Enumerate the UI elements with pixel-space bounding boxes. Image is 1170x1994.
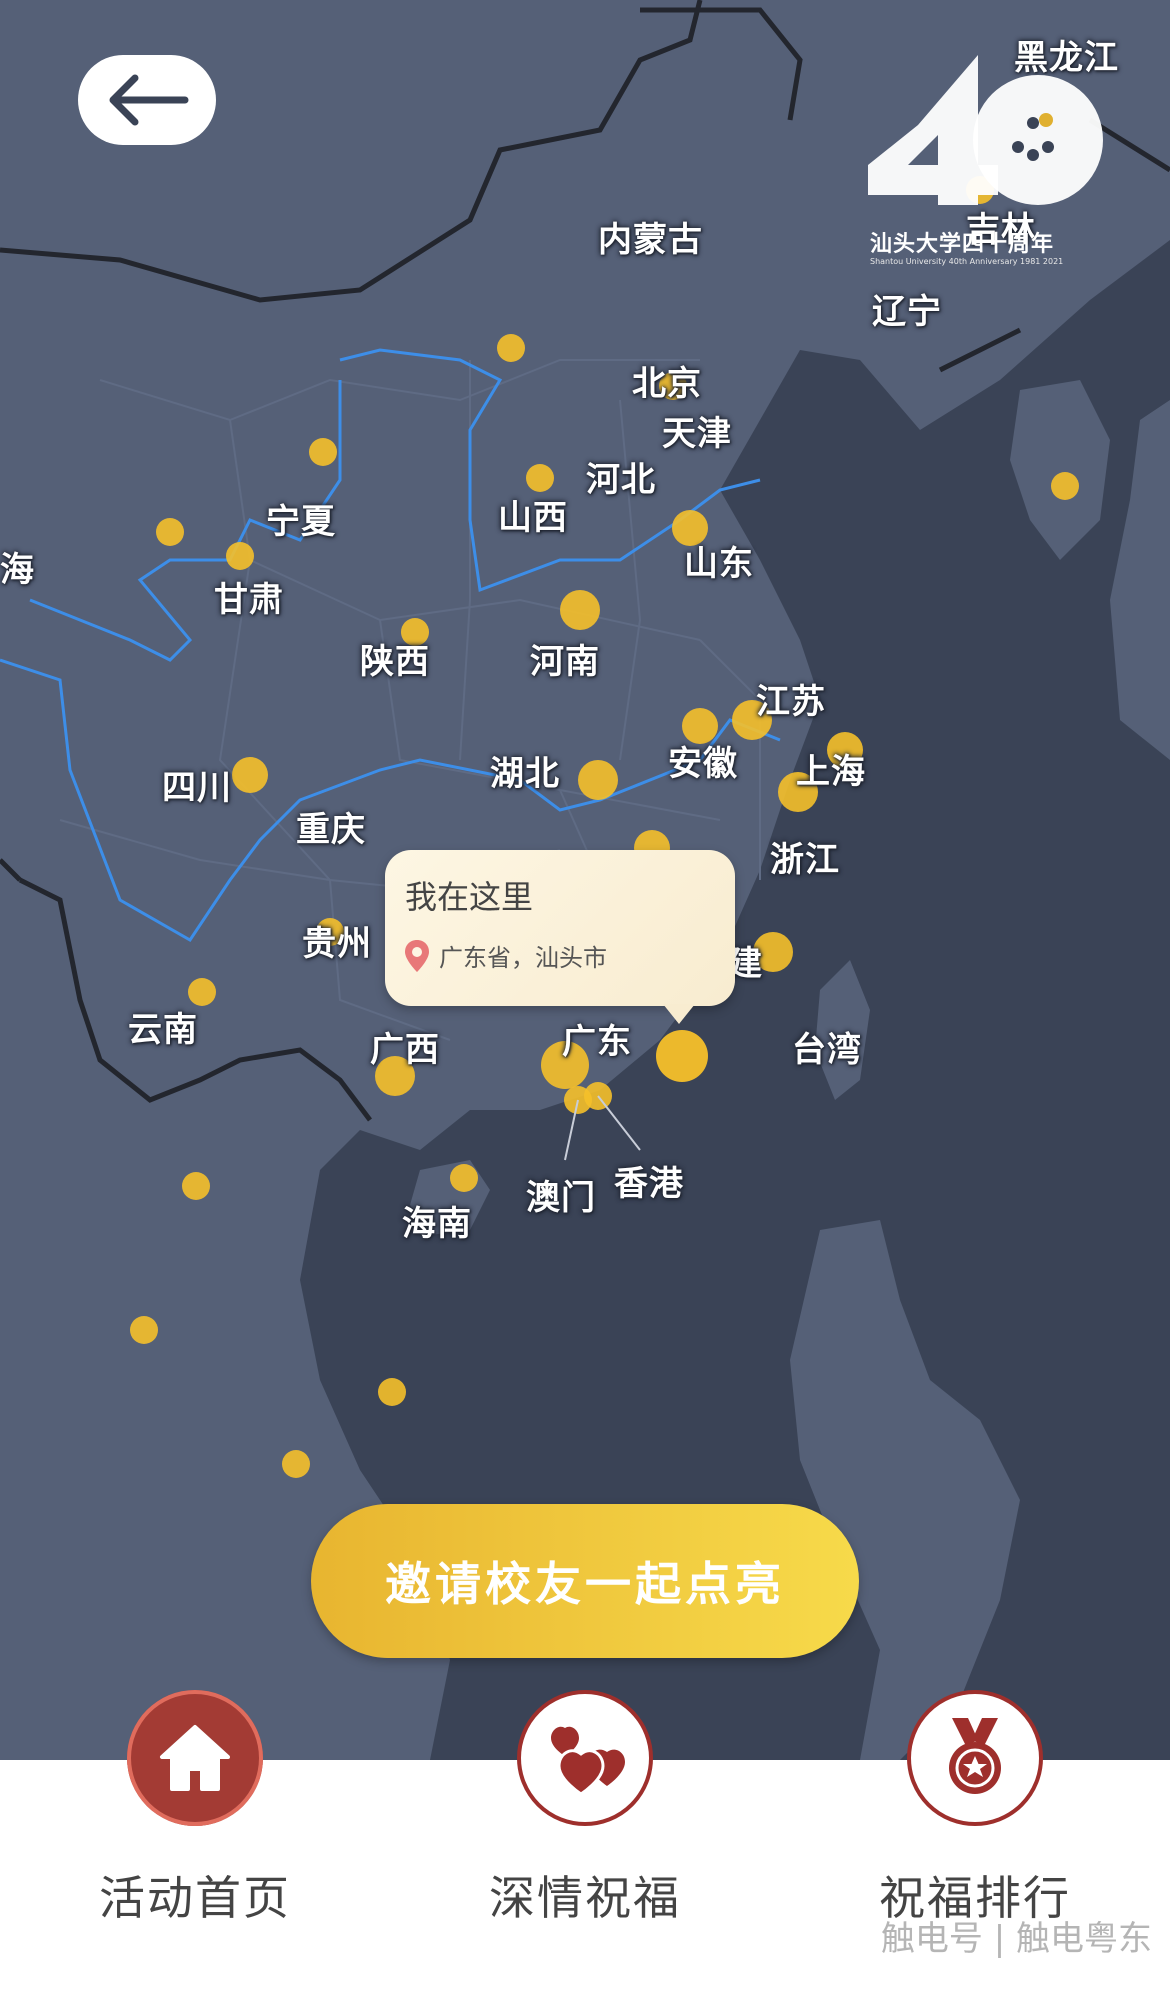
map-label-anhui: 安徽: [668, 744, 738, 784]
map-dot: [1051, 472, 1079, 500]
map-label-hai: 海: [0, 550, 35, 590]
map-dot: [130, 1316, 158, 1344]
tab-home[interactable]: 活动首页: [85, 1690, 305, 1928]
arrow-left-icon: [109, 74, 189, 126]
map-dot: [656, 1030, 708, 1082]
map-label-shandong: 山东: [684, 544, 754, 584]
map-label-zhejiang: 浙江: [770, 840, 840, 880]
tab-blessing-label: 深情祝福: [489, 1871, 681, 1925]
back-button[interactable]: [78, 55, 216, 145]
map-label-guangdong: 广东: [562, 1022, 632, 1062]
map-label-hubei: 湖北: [490, 754, 560, 794]
popup-location-text: 广东省，汕头市: [439, 944, 607, 972]
medal-icon: [949, 1718, 1001, 1794]
home-icon: [160, 1725, 230, 1791]
map-label-tianjin: 天津: [662, 414, 732, 454]
map-dot: [309, 438, 337, 466]
map-label-chongqing: 重庆: [296, 810, 366, 850]
map-label-shanghai: 上海: [796, 752, 866, 792]
map-dot: [182, 1172, 210, 1200]
popup-title: 我在这里: [405, 878, 534, 916]
map-dot: [226, 542, 254, 570]
map-label-taiwan: 台湾: [792, 1030, 862, 1070]
home-tab-circle[interactable]: [127, 1690, 263, 1826]
watermark: 触电号 | 触电粤东: [880, 1919, 1152, 1959]
map-label-liaoning: 辽宁: [872, 292, 942, 332]
invite-alumni-button[interactable]: 邀请校友一起点亮: [311, 1504, 859, 1658]
map-dot: [497, 334, 525, 362]
map-dot: [560, 590, 600, 630]
blessing-tab-circle[interactable]: [517, 1690, 653, 1826]
map-label-neimenggu: 内蒙古: [598, 220, 703, 260]
bottom-tab-bar: 活动首页 深情祝福 祝福排行 触电号 | 触电粤东: [0, 1690, 1170, 1994]
map-dot: [232, 757, 268, 793]
map-label-sichuan: 四川: [162, 768, 232, 808]
map-label-guizhou: 贵州: [302, 924, 372, 964]
map-label-xianggang: 香港: [614, 1164, 684, 1204]
location-pin-icon: [405, 939, 429, 972]
map-label-ningxia: 宁夏: [266, 502, 336, 542]
map-label-jiangsu: 江苏: [756, 682, 826, 722]
map-dot: [526, 464, 554, 492]
tab-ranking[interactable]: 祝福排行: [865, 1690, 1085, 1928]
map-label-yunnan: 云南: [128, 1010, 198, 1050]
popup-location: 广东省，汕头市: [405, 938, 607, 973]
hearts-icon: [551, 1726, 625, 1794]
map-dot: [156, 518, 184, 546]
map-dot: [282, 1450, 310, 1478]
ranking-tab-circle[interactable]: [907, 1690, 1043, 1826]
map-label-gansu: 甘肃: [214, 580, 284, 620]
map-label-hainan: 海南: [402, 1204, 472, 1244]
map-label-hebei: 河北: [586, 460, 656, 500]
map-label-henan: 河南: [530, 642, 600, 682]
map-label-guangxi: 广西: [370, 1030, 440, 1070]
map-label-shanxi: 山西: [498, 498, 568, 538]
map-dot: [450, 1164, 478, 1192]
map-label-beijing: 北京: [632, 364, 702, 404]
logo-subtitle: Shantou University 40th Anniversary 1981…: [870, 257, 1064, 266]
map-dot: [578, 760, 618, 800]
map-dot: [378, 1378, 406, 1406]
tab-home-label: 活动首页: [99, 1871, 291, 1925]
location-popup: 我在这里 广东省，汕头市: [385, 850, 735, 1024]
map-label-shaanxi: 陕西: [360, 642, 430, 682]
tab-blessing[interactable]: 深情祝福: [475, 1690, 695, 1928]
logo-title: 汕头大学四十周年: [870, 232, 1055, 257]
map-label-aomen: 澳门: [526, 1178, 596, 1218]
